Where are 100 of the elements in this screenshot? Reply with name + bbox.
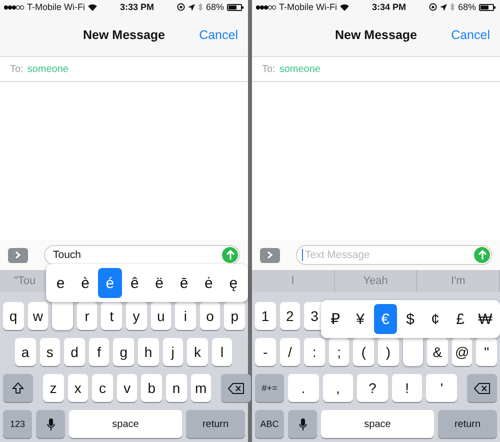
location-icon bbox=[188, 4, 195, 10]
keyboard-key[interactable]: ) bbox=[378, 338, 399, 366]
keyboard-key[interactable]: 1 bbox=[255, 302, 276, 330]
location-icon bbox=[440, 4, 447, 10]
keyboard-key[interactable]: d bbox=[64, 338, 85, 366]
keyboard-key[interactable]: m bbox=[190, 374, 212, 402]
keyboard-key[interactable]: q bbox=[3, 302, 24, 330]
shift-key[interactable] bbox=[3, 374, 33, 402]
keyboard-key[interactable]: - bbox=[255, 338, 276, 366]
keyboard-key[interactable]: v bbox=[116, 374, 138, 402]
keyboard-key[interactable]: c bbox=[92, 374, 113, 402]
carrier-name: T-Mobile Wi-Fi bbox=[27, 2, 85, 12]
keyboard-key[interactable]: i bbox=[175, 302, 196, 330]
keyboard-mode-key[interactable]: #+= bbox=[255, 374, 284, 402]
keyboard-key[interactable]: j bbox=[162, 338, 184, 366]
character-option[interactable]: £ bbox=[448, 304, 472, 334]
character-option[interactable]: € bbox=[374, 304, 397, 334]
screen-title: New Message bbox=[335, 28, 417, 42]
character-option[interactable]: ė bbox=[197, 268, 220, 298]
keyboard-key[interactable]: a bbox=[15, 338, 36, 366]
arrow-up-icon bbox=[226, 250, 234, 260]
keyboard-key[interactable]: z bbox=[43, 374, 64, 402]
character-option[interactable]: ¢ bbox=[424, 304, 447, 334]
space-key[interactable]: space bbox=[69, 410, 182, 438]
keyboard-key[interactable]: , bbox=[322, 374, 354, 402]
keyboard-key[interactable]: n bbox=[166, 374, 187, 402]
keyboard-key[interactable]: t bbox=[101, 302, 122, 330]
keyboard-key[interactable]: y bbox=[126, 302, 147, 330]
keyboard-key[interactable]: : bbox=[304, 338, 325, 366]
keyboard-key[interactable]: ? bbox=[357, 374, 388, 402]
arrow-up-icon bbox=[478, 250, 486, 260]
shift-icon bbox=[12, 382, 24, 394]
keyboard-key[interactable]: . bbox=[288, 374, 319, 402]
keyboard-key[interactable]: " bbox=[476, 338, 497, 366]
message-field[interactable]: Touch bbox=[44, 245, 240, 265]
expand-button[interactable] bbox=[8, 248, 28, 262]
character-option[interactable]: è bbox=[74, 268, 97, 298]
backspace-icon bbox=[228, 382, 244, 394]
keyboard-mode-key[interactable]: ABC bbox=[255, 410, 284, 438]
keyboard-key[interactable]: l bbox=[212, 338, 232, 366]
character-option[interactable]: ę bbox=[222, 268, 245, 298]
keyboard-key[interactable]: ! bbox=[392, 374, 422, 402]
battery-percent: 68% bbox=[458, 2, 476, 12]
character-option[interactable]: ë bbox=[148, 268, 171, 298]
character-option[interactable]: ₽ bbox=[324, 304, 347, 334]
chevron-icon bbox=[267, 251, 273, 259]
character-option[interactable]: ē bbox=[172, 268, 196, 298]
keyboard-key[interactable]: u bbox=[150, 302, 172, 330]
microphone-key[interactable] bbox=[36, 410, 65, 438]
rotation-lock-icon bbox=[176, 3, 185, 11]
keyboard-key[interactable]: x bbox=[68, 374, 88, 402]
cancel-button[interactable]: Cancel bbox=[451, 28, 490, 42]
character-option[interactable]: é bbox=[98, 268, 122, 298]
microphone-icon bbox=[46, 418, 54, 430]
return-key[interactable]: return bbox=[186, 410, 245, 438]
signal-icon bbox=[4, 4, 24, 10]
space-key[interactable]: space bbox=[321, 410, 434, 438]
delete-key[interactable] bbox=[466, 374, 497, 402]
clock-time: 3:33 PM bbox=[118, 2, 155, 12]
message-field[interactable]: Text Message bbox=[296, 245, 492, 265]
return-key[interactable]: return bbox=[438, 410, 497, 438]
clock-time: 3:34 PM bbox=[370, 2, 407, 12]
backspace-icon bbox=[474, 382, 490, 394]
microphone-key[interactable] bbox=[288, 410, 317, 438]
character-option[interactable]: $ bbox=[398, 304, 422, 334]
character-option[interactable]: ¥ bbox=[348, 304, 372, 334]
keyboard-key[interactable]: s bbox=[40, 338, 60, 366]
keyboard-key[interactable]: p bbox=[224, 302, 245, 330]
battery-icon bbox=[479, 4, 496, 10]
keyboard-key[interactable]: ( bbox=[353, 338, 374, 366]
keyboard-key[interactable]: 2 bbox=[280, 302, 300, 330]
screen-title: New Message bbox=[83, 28, 165, 42]
keyboard-key[interactable]: b bbox=[141, 374, 162, 402]
rotation-lock-icon bbox=[428, 3, 437, 11]
keyboard-mode-key[interactable]: 123 bbox=[3, 410, 32, 438]
character-option[interactable]: ₩ bbox=[474, 304, 497, 334]
to-label: To: bbox=[10, 64, 24, 74]
bluetooth-icon bbox=[450, 3, 455, 11]
character-option[interactable]: e bbox=[49, 268, 72, 298]
microphone-icon bbox=[298, 418, 306, 430]
battery-icon bbox=[227, 4, 244, 10]
keyboard-key[interactable]: & bbox=[427, 338, 448, 366]
keyboard-key[interactable]: g bbox=[113, 338, 134, 366]
keyboard-key[interactable]: r bbox=[76, 302, 98, 330]
bluetooth-icon bbox=[198, 3, 203, 11]
expand-button[interactable] bbox=[260, 248, 280, 262]
keyboard-key[interactable]: w bbox=[28, 302, 48, 330]
wifi-icon bbox=[340, 4, 349, 10]
keyboard-key[interactable]: @ bbox=[452, 338, 472, 366]
keyboard-key[interactable]: ' bbox=[426, 374, 457, 402]
cancel-button[interactable]: Cancel bbox=[199, 28, 238, 42]
keyboard-key[interactable]: / bbox=[280, 338, 300, 366]
character-option[interactable]: ê bbox=[123, 268, 146, 298]
carrier-name: T-Mobile Wi-Fi bbox=[279, 2, 337, 12]
delete-key[interactable] bbox=[221, 374, 252, 402]
keyboard-key[interactable]: h bbox=[138, 338, 159, 366]
keyboard-key[interactable]: ; bbox=[328, 338, 350, 366]
keyboard-key[interactable]: k bbox=[187, 338, 208, 366]
keyboard-key[interactable]: f bbox=[88, 338, 110, 366]
keyboard-key[interactable]: o bbox=[200, 302, 220, 330]
